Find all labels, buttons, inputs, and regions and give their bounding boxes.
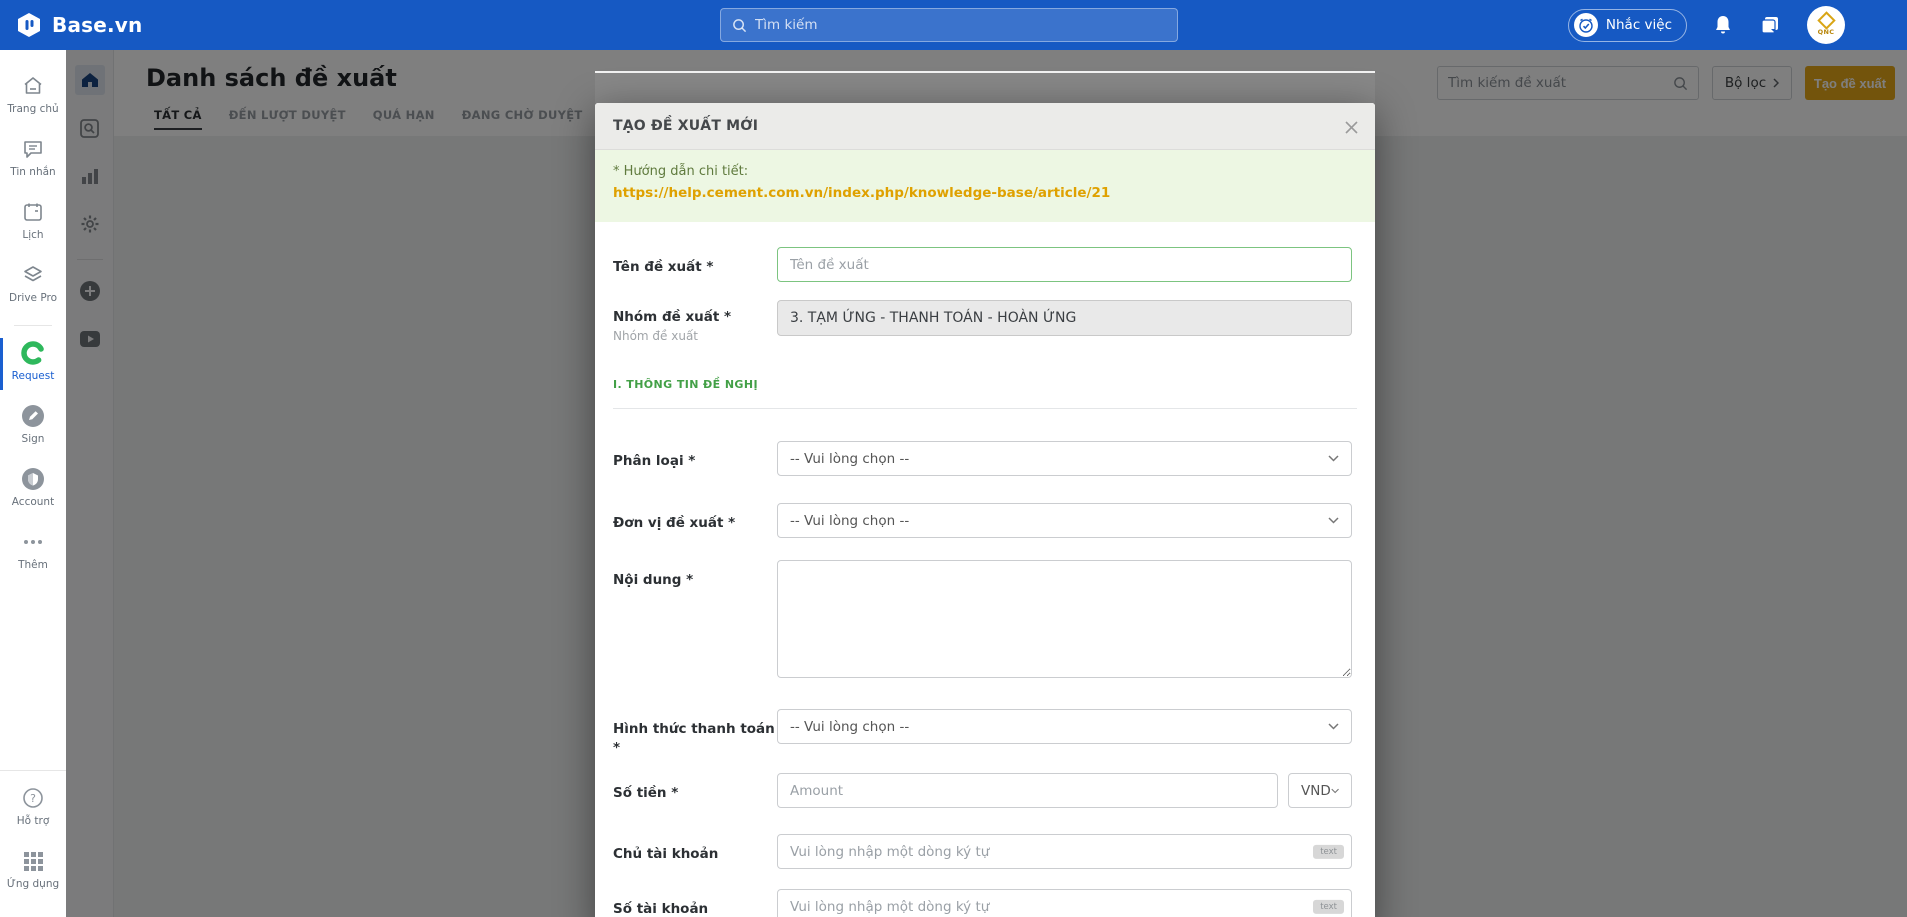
sidebar-item-label: Hỗ trợ	[16, 815, 50, 827]
form-row-category: Phân loại * -- Vui lòng chọn --	[613, 441, 1357, 476]
payment-method-select[interactable]: -- Vui lòng chọn --	[777, 709, 1352, 744]
account-app-icon	[20, 466, 46, 492]
sidebar-item-label: Lịch	[22, 229, 44, 241]
more-dots-icon	[24, 529, 42, 555]
section-header: I. THÔNG TIN ĐỀ NGHỊ	[613, 373, 1357, 409]
search-icon	[733, 18, 747, 32]
chevron-down-icon	[1328, 517, 1339, 524]
guide-link[interactable]: https://help.cement.com.vn/index.php/kno…	[613, 185, 1357, 201]
field-label: Nhóm đề xuất *	[613, 309, 732, 325]
field-label: Chủ tài khoản	[613, 846, 719, 862]
brand-name: Base.vn	[52, 13, 143, 37]
create-proposal-modal: TẠO ĐỀ XUẤT MỚI * Hướng dẫn chi tiết: ht…	[595, 103, 1375, 917]
sign-pencil-icon	[20, 403, 46, 429]
field-label: Hình thức thanh toán *	[613, 721, 775, 756]
form-row-content: Nội dung *	[613, 560, 1357, 682]
chevron-down-icon	[1328, 723, 1339, 730]
modal-header: TẠO ĐỀ XUẤT MỚI	[595, 103, 1375, 150]
help-circle-icon: ?	[21, 785, 45, 811]
field-label: Đơn vị đề xuất *	[613, 515, 736, 531]
global-search-input[interactable]	[755, 17, 1166, 33]
sidebar-item-home[interactable]: Trang chủ	[0, 73, 66, 123]
sidebar-divider	[14, 325, 52, 326]
field-label: Phân loại *	[613, 453, 696, 469]
proposal-group-value: 3. TẠM ỨNG - THANH TOÁN - HOÀN ỨNG	[777, 300, 1352, 336]
sidebar-footer-divider	[0, 770, 66, 771]
field-type-badge: text	[1313, 844, 1344, 859]
field-label: Số tiền *	[613, 785, 679, 801]
account-holder-input[interactable]	[777, 834, 1352, 869]
sidebar-item-label: Trang chủ	[7, 103, 59, 115]
sidebar-item-request[interactable]: Request	[0, 338, 66, 390]
sidebar-item-label: Account	[11, 496, 55, 508]
collections-icon[interactable]	[1759, 14, 1781, 36]
sidebar-item-label: Sign	[21, 433, 45, 445]
modal-title: TẠO ĐỀ XUẤT MỚI	[613, 118, 759, 134]
brand[interactable]: Base.vn	[16, 0, 142, 50]
request-app-icon	[20, 340, 46, 366]
chevron-down-icon	[1328, 455, 1339, 462]
sidebar-item-calendar[interactable]: Lịch	[0, 199, 66, 249]
modal-form: Tên đề xuất * Nhóm đề xuất * Nhóm đề xuấ…	[595, 247, 1375, 917]
form-row-account-holder: Chủ tài khoản text	[613, 834, 1357, 869]
apps-grid-icon	[23, 848, 43, 874]
sidebar-item-label: Request	[11, 370, 55, 382]
notifications-bell-icon[interactable]	[1713, 14, 1733, 36]
guide-info-box: * Hướng dẫn chi tiết: https://help.cemen…	[595, 150, 1375, 222]
qnc-logo-icon	[1816, 11, 1836, 30]
top-navbar: Base.vn Nhắc việc	[0, 0, 1907, 50]
form-row-amount: Số tiền * VND	[613, 773, 1357, 808]
chevron-down-icon	[1331, 788, 1339, 793]
reminder-label: Nhắc việc	[1605, 17, 1672, 33]
sidebar-item-messages[interactable]: Tin nhắn	[0, 136, 66, 186]
sidebar-item-sign[interactable]: Sign	[0, 403, 66, 453]
form-row-payment-method: Hình thức thanh toán * -- Vui lòng chọn …	[613, 709, 1357, 756]
global-search[interactable]	[720, 8, 1178, 42]
alarm-clock-icon	[1573, 13, 1598, 37]
field-type-badge: text	[1313, 899, 1344, 914]
chat-icon	[21, 136, 45, 162]
section-title: I. THÔNG TIN ĐỀ NGHỊ	[613, 378, 758, 391]
content-textarea[interactable]	[777, 560, 1352, 678]
guide-label: * Hướng dẫn chi tiết:	[613, 164, 749, 179]
currency-select[interactable]: VND	[1288, 773, 1352, 808]
sidebar-item-label: Drive Pro	[9, 292, 57, 304]
category-select[interactable]: -- Vui lòng chọn --	[777, 441, 1352, 476]
sidebar-item-label: Ứng dụng	[6, 878, 60, 890]
proposal-name-input[interactable]	[777, 247, 1352, 282]
sidebar-item-more[interactable]: Thêm	[0, 529, 66, 579]
field-sublabel: Nhóm đề xuất	[613, 329, 699, 343]
form-row-name: Tên đề xuất *	[613, 247, 1357, 282]
form-row-account-number: Số tài khoản text	[613, 889, 1357, 917]
sidebar-item-label: Tin nhắn	[10, 166, 56, 178]
close-icon[interactable]	[1339, 115, 1363, 139]
amount-input[interactable]	[777, 773, 1278, 808]
reminder-button[interactable]: Nhắc việc	[1567, 8, 1687, 42]
sidebar-item-support[interactable]: ? Hỗ trợ	[0, 785, 66, 835]
calendar-icon	[21, 199, 45, 225]
app-sidebar: Trang chủ Tin nhắn Lịch Drive Pro Reques…	[0, 50, 66, 917]
account-number-input[interactable]	[777, 889, 1352, 917]
home-icon	[21, 73, 45, 99]
unit-select[interactable]: -- Vui lòng chọn --	[777, 503, 1352, 538]
stacked-modal-strip	[595, 73, 1375, 103]
field-label: Tên đề xuất *	[613, 259, 714, 275]
sidebar-item-drive-pro[interactable]: Drive Pro	[0, 262, 66, 312]
form-row-group: Nhóm đề xuất * Nhóm đề xuất 3. TẠM ỨNG -…	[613, 300, 1357, 343]
navbar-right: Nhắc việc QNC	[1567, 0, 1845, 50]
sidebar-item-label: Thêm	[18, 559, 48, 571]
sidebar-item-apps[interactable]: Ứng dụng	[0, 848, 66, 898]
sidebar-item-account[interactable]: Account	[0, 466, 66, 516]
field-label: Số tài khoản	[613, 901, 709, 917]
layers-icon	[21, 262, 45, 288]
field-label: Nội dung *	[613, 572, 694, 588]
svg-text:?: ?	[30, 792, 36, 805]
base-logo-icon	[18, 13, 40, 37]
form-row-unit: Đơn vị đề xuất * -- Vui lòng chọn --	[613, 503, 1357, 538]
user-avatar[interactable]: QNC	[1807, 6, 1845, 44]
app-root: Base.vn Nhắc việc	[0, 0, 1907, 917]
sidebar-footer: ? Hỗ trợ Ứng dụng	[0, 770, 66, 911]
